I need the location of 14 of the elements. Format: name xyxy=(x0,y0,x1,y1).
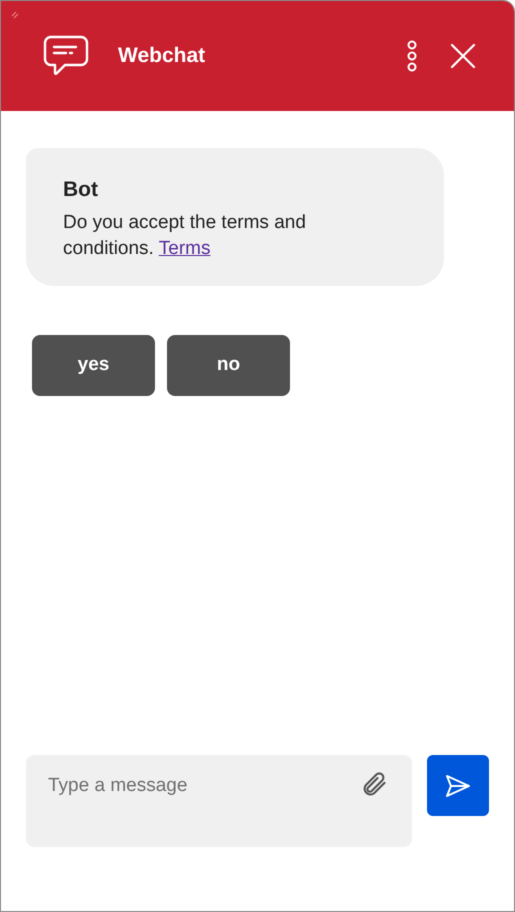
window-title: Webchat xyxy=(118,43,206,70)
send-icon xyxy=(445,774,472,798)
message-input-field[interactable]: Type a message xyxy=(48,772,360,800)
suggested-action-button[interactable]: no xyxy=(167,334,290,396)
sender-name: Bot xyxy=(63,177,99,203)
chat-bubble-icon xyxy=(43,35,89,77)
send-button[interactable] xyxy=(427,755,489,816)
message-text: Do you accept the terms and conditions. Terms xyxy=(63,210,307,260)
message-composer[interactable]: Type a message xyxy=(26,755,412,847)
vertical-dots-icon xyxy=(406,40,418,72)
close-icon xyxy=(450,43,476,69)
terms-link[interactable]: Terms xyxy=(158,238,211,258)
suggested-action-button[interactable]: yes xyxy=(32,334,155,396)
resize-grip-icon[interactable] xyxy=(11,11,19,19)
